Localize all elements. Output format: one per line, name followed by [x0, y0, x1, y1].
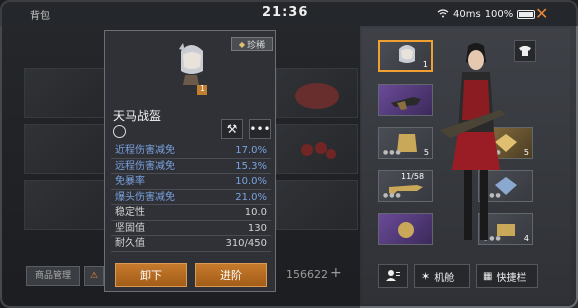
portrait-count: 1 [200, 84, 206, 93]
durability-icon [113, 125, 126, 138]
equip-slot-armor[interactable]: ●●● 5 [378, 127, 433, 159]
mech-button[interactable]: ✶ 机舱 [414, 264, 470, 288]
latency-text: 40ms [453, 9, 481, 20]
stats-list: 近程伤害减免 17.0% 远程伤害减免 15.3% 免暴率 10.0% 爆头伤害减免 2… [111, 143, 271, 252]
hammer-icon[interactable]: ⚒ [221, 119, 243, 139]
battery-icon [517, 10, 536, 19]
quickbar-button[interactable]: ▦ 快捷栏 [476, 264, 538, 288]
battery-percent: 100% [484, 9, 514, 20]
profile-button[interactable] [378, 264, 408, 288]
equip-slot-grenade[interactable] [378, 213, 433, 245]
item-tooltip: ◆ 珍稀 1 天马战盔 ⚒ ••• 近程伤害减免 17.0% 远程伤害减免 15.3… [104, 30, 276, 292]
rarity-badge: ◆ 珍稀 [231, 37, 273, 51]
item-portrait: 1 [173, 41, 209, 97]
window-title: 背包 [30, 11, 50, 22]
status-area: 40ms 100% [437, 8, 536, 21]
quickbar-label: 快捷栏 [496, 272, 527, 284]
more-icon[interactable]: ••• [249, 119, 271, 139]
mech-label: 机舱 [434, 272, 455, 284]
outfit-icon[interactable] [514, 40, 536, 62]
stat-row: 远程伤害减免 15.3% [111, 159, 271, 174]
clock: 21:36 [262, 5, 309, 20]
stat-row: 耐久值 310/450 [111, 236, 271, 252]
money-amount: 156622 [286, 268, 328, 281]
warning-icon[interactable]: ⚠ [84, 266, 104, 286]
unequip-button[interactable]: 卸下 [115, 263, 187, 287]
stat-row: 坚固值 130 [111, 221, 271, 236]
stat-row: 免暴率 10.0% [111, 174, 271, 190]
stat-row: 爆头伤害减免 21.0% [111, 190, 271, 205]
gem-icon: ◆ [238, 39, 246, 49]
stat-row: 稳定性 10.0 [111, 205, 271, 221]
upgrade-button[interactable]: 进阶 [195, 263, 267, 287]
equip-slot-weapon[interactable] [378, 84, 433, 116]
close-icon[interactable]: ✕ [535, 4, 548, 23]
stat-row: 近程伤害减免 17.0% [111, 143, 271, 159]
item-name: 天马战盔 [113, 109, 162, 123]
person-icon [386, 269, 400, 284]
spider-icon: ✶ [421, 269, 431, 283]
add-money-icon[interactable]: + [330, 265, 342, 281]
top-bar: 背包 21:36 40ms 100% ✕ [0, 0, 578, 26]
wifi-icon [437, 8, 449, 21]
character-model [440, 40, 510, 260]
rarity-label: 珍稀 [247, 40, 266, 51]
equip-slot-helmet[interactable]: 1 [378, 40, 433, 72]
equip-slot-gun[interactable]: 11/58 ●●● [378, 170, 433, 202]
manage-button[interactable]: 商品管理 [26, 266, 81, 286]
grid-icon: ▦ [483, 270, 493, 282]
